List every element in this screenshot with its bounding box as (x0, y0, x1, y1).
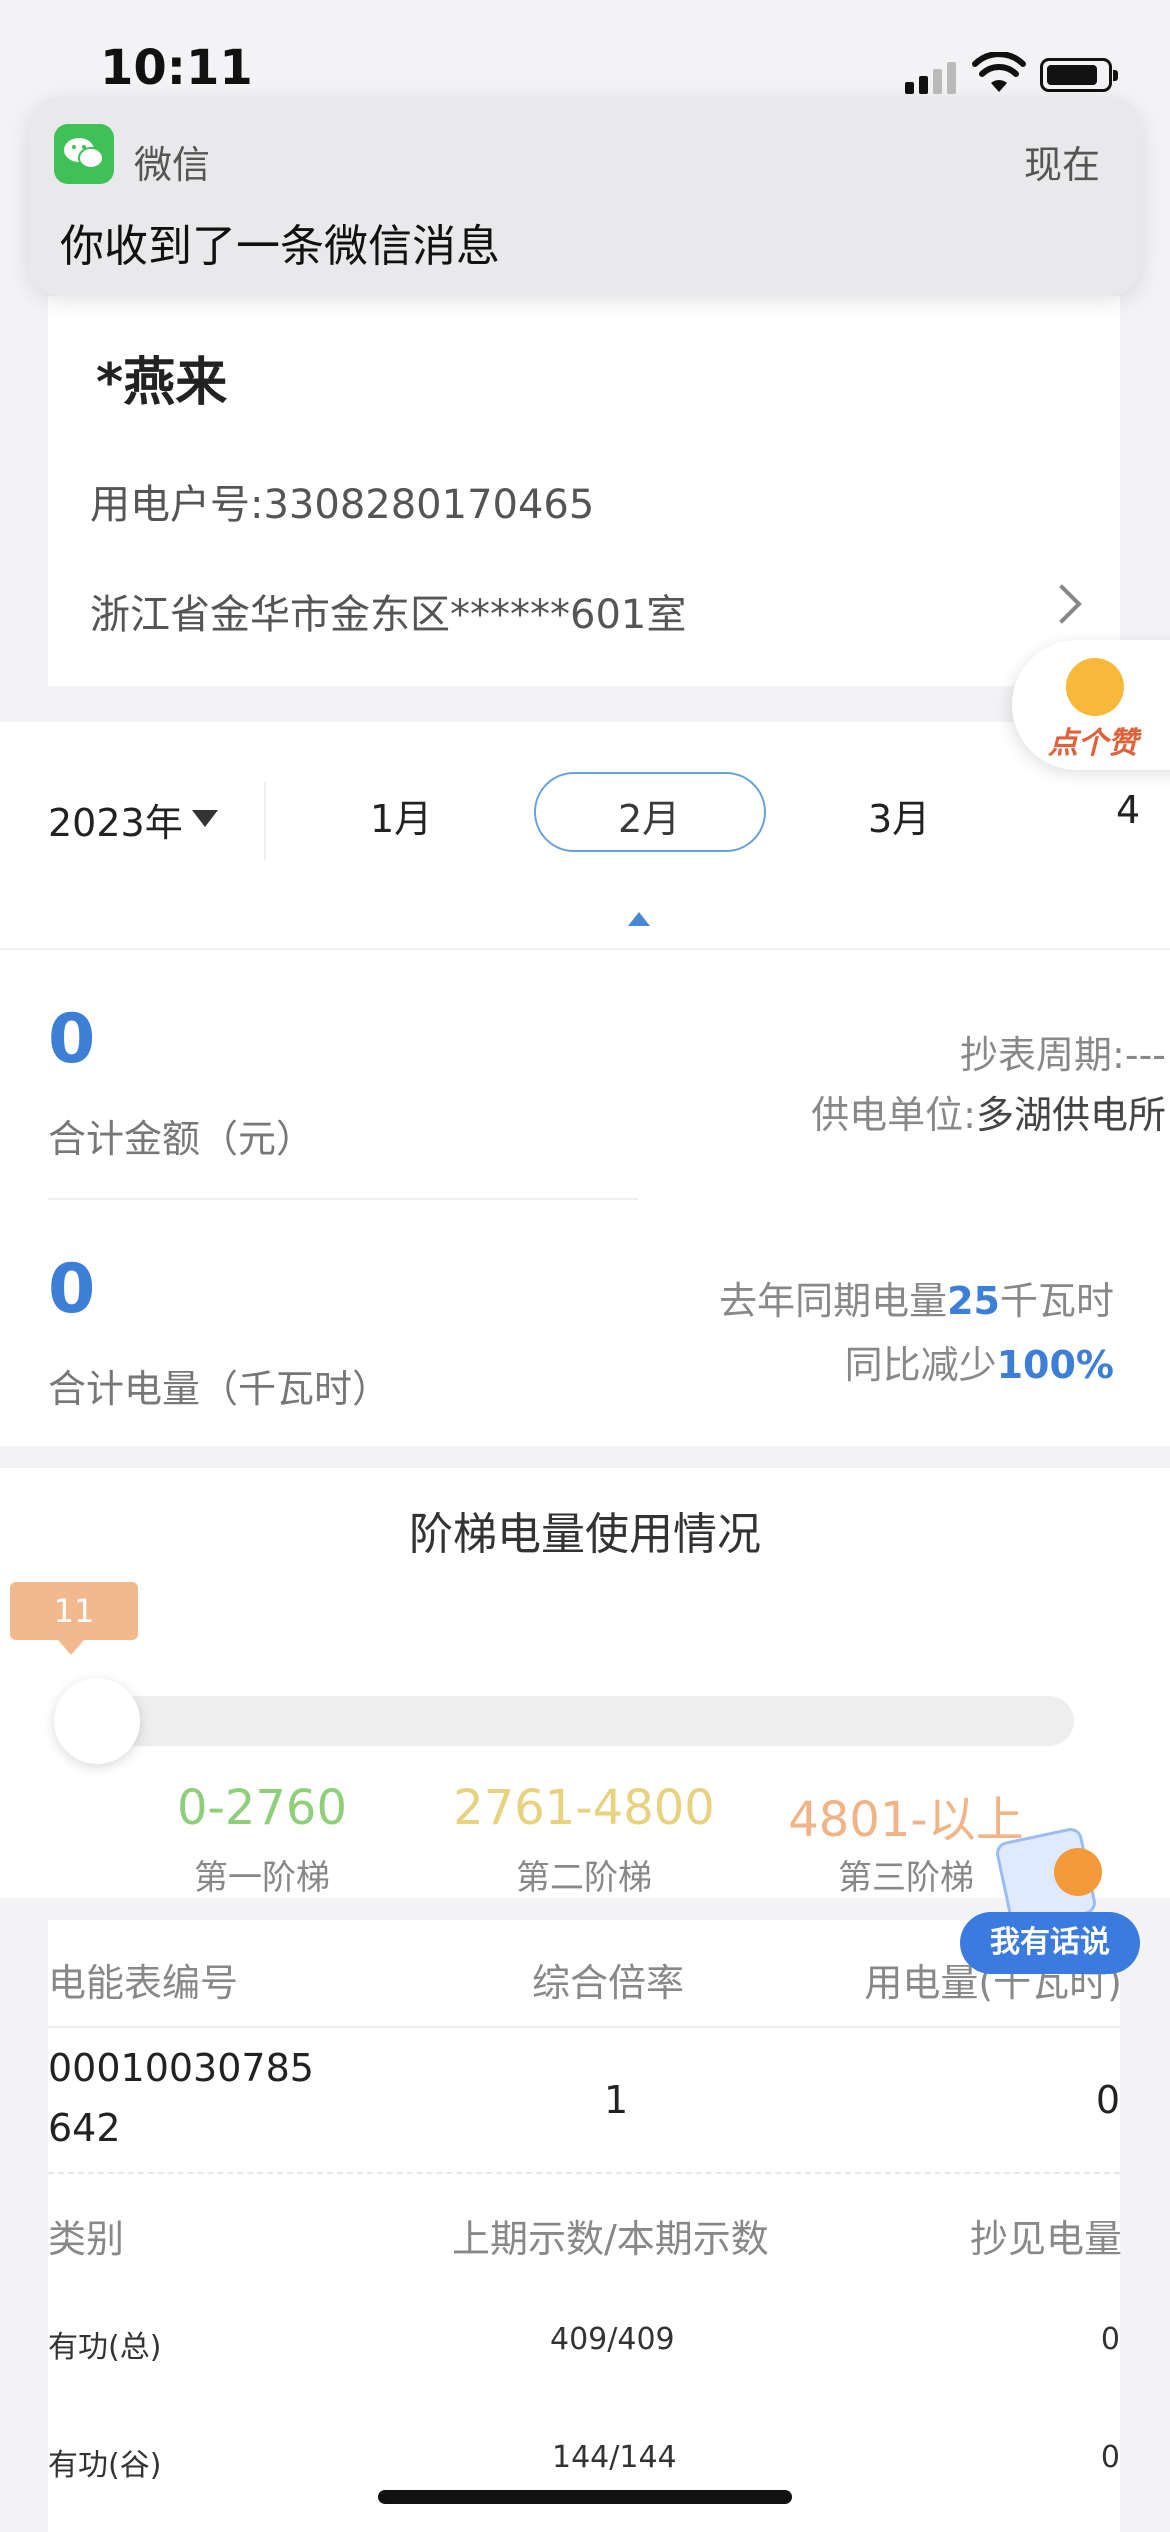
like-button-label: 点个赞 (1048, 726, 1138, 761)
tier-2-range: 2761-4800 (453, 1780, 715, 1836)
wechat-icon (54, 124, 114, 184)
total-energy-label: 合计电量（千瓦时） (48, 1367, 391, 1411)
reading-value: 144/144 (552, 2440, 677, 2475)
header-category: 类别 (48, 2217, 125, 2261)
last-year-energy: 去年同期电量25千瓦时 (719, 1279, 1114, 1323)
header-multiplier: 综合倍率 (532, 1961, 685, 2005)
notification-time: 现在 (1024, 143, 1101, 187)
reading-type: 有功(谷) (48, 2448, 162, 2483)
header-metered-energy: 抄见电量 (969, 2217, 1122, 2261)
reading-period: 抄表周期:--- (960, 1033, 1166, 1077)
meter-number-line-2: 642 (48, 2106, 121, 2150)
tier-usage-title: 阶梯电量使用情况 (409, 1509, 761, 1560)
reading-energy: 0 (1100, 2322, 1120, 2357)
battery-icon (1040, 58, 1118, 92)
power-supplier: 供电单位:多湖供电所 (811, 1093, 1166, 1137)
tier-progress-knob (54, 1678, 140, 1764)
tier-1-name: 第一阶梯 (194, 1858, 330, 1898)
month-tab-4[interactable]: 4 (1116, 788, 1140, 832)
tier-2-name: 第二阶梯 (516, 1858, 652, 1898)
reading-type: 有功(总) (48, 2330, 162, 2365)
usage-value: 0 (1095, 2078, 1120, 2122)
tier-1-range: 0-2760 (176, 1780, 347, 1836)
notification-message: 你收到了一条微信消息 (60, 221, 500, 272)
tier-badge-pointer (58, 1640, 84, 1655)
total-amount: 0 (48, 1000, 96, 1079)
selected-month-indicator (628, 912, 650, 926)
account-number: 用电户号:3308280170465 (90, 482, 595, 528)
notification-app-name: 微信 (134, 143, 211, 187)
year-dropdown[interactable]: 2023年 (48, 792, 183, 847)
feedback-button[interactable]: 我有话说 (960, 1912, 1140, 1974)
divider (264, 782, 266, 860)
multiplier-value: 1 (604, 2078, 629, 2122)
divider (48, 2172, 1120, 2174)
reading-value: 409/409 (550, 2322, 675, 2357)
divider (48, 1198, 638, 1200)
account-name: *燕来 (96, 353, 228, 413)
status-time: 10:11 (100, 40, 253, 96)
account-address[interactable]: 浙江省金华市金东区******601室 (90, 582, 686, 640)
cellular-signal-icon (905, 60, 957, 94)
header-meter-number: 电能表编号 (48, 1961, 239, 2005)
month-tab-3[interactable]: 3月 (868, 788, 930, 843)
wifi-icon (972, 52, 1026, 92)
microphone-icon (1054, 1848, 1102, 1896)
month-tab-2[interactable]: 2月 (618, 788, 680, 843)
tier-current-badge: 11 (10, 1582, 138, 1640)
meter-number-line-1: 00010030785 (48, 2046, 314, 2090)
reading-energy: 0 (1100, 2440, 1120, 2475)
header-readings: 上期示数/本期示数 (452, 2217, 769, 2261)
smile-icon (1066, 658, 1124, 716)
home-indicator[interactable] (378, 2490, 792, 2504)
total-amount-label: 合计金额（元） (48, 1117, 315, 1161)
total-energy: 0 (48, 1250, 96, 1329)
tier-progress-track (66, 1696, 1074, 1746)
month-tab-1[interactable]: 1月 (370, 788, 432, 843)
caret-down-icon[interactable] (192, 810, 218, 827)
yoy-change: 同比减少100% (844, 1343, 1114, 1387)
divider (48, 2026, 1120, 2028)
